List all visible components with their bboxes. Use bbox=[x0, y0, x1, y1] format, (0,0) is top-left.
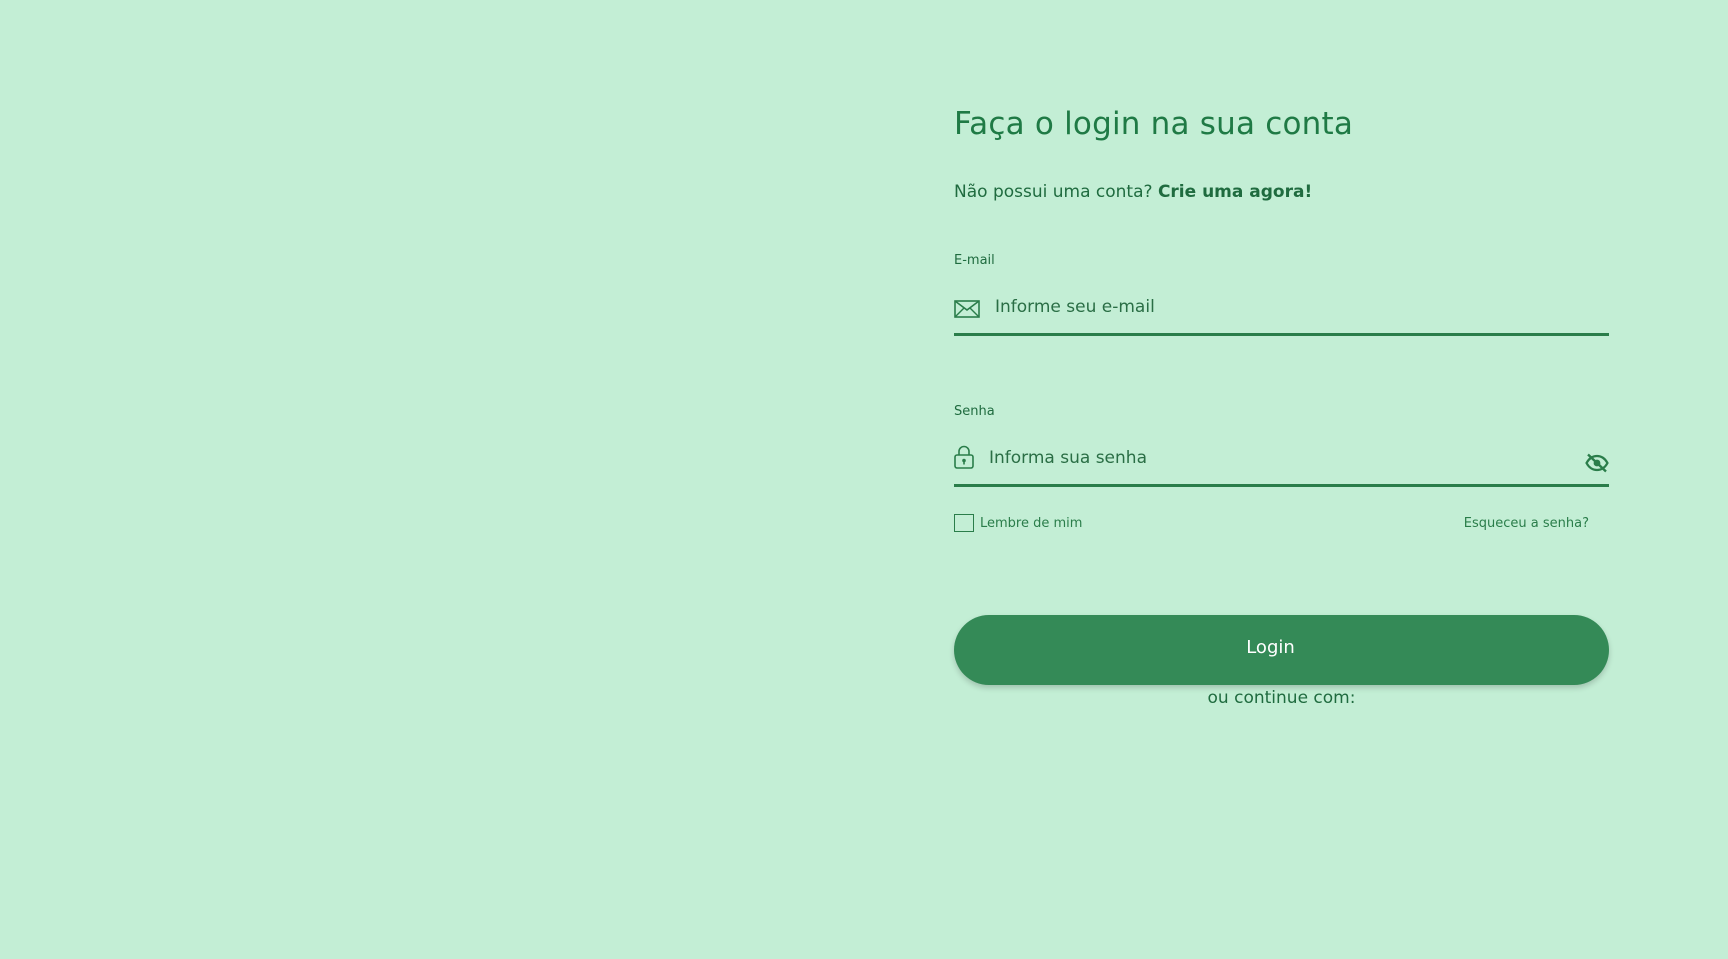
signup-prompt-line: Não possui uma conta? Crie uma agora! bbox=[954, 182, 1312, 202]
lock-icon bbox=[954, 445, 974, 473]
login-button[interactable]: Login bbox=[954, 615, 1609, 685]
signup-link[interactable]: Crie uma agora! bbox=[1158, 182, 1312, 202]
remember-me[interactable]: Lembre de mim bbox=[954, 514, 1082, 532]
remember-me-label: Lembre de mim bbox=[980, 515, 1083, 531]
remember-me-checkbox[interactable] bbox=[954, 514, 974, 532]
password-field-container bbox=[954, 437, 1609, 487]
email-field-container bbox=[954, 286, 1609, 336]
login-panel: Faça o login na sua conta Não possui uma… bbox=[954, 0, 1609, 959]
forgot-password-link[interactable]: Esqueceu a senha? bbox=[1464, 516, 1589, 531]
page-title: Faça o login na sua conta bbox=[954, 106, 1354, 142]
continue-with-text: ou continue com: bbox=[1207, 688, 1356, 708]
password-input[interactable] bbox=[989, 443, 1549, 473]
email-label: E-mail bbox=[954, 253, 995, 268]
email-input[interactable] bbox=[995, 292, 1595, 322]
eye-off-icon[interactable] bbox=[1585, 453, 1609, 473]
password-label: Senha bbox=[954, 404, 995, 419]
envelope-icon bbox=[954, 300, 980, 322]
login-page: Faça o login na sua conta Não possui uma… bbox=[0, 0, 1728, 959]
login-options-row: Lembre de mim Esqueceu a senha? bbox=[954, 514, 1609, 536]
signup-prompt-text: Não possui uma conta? bbox=[954, 182, 1153, 202]
